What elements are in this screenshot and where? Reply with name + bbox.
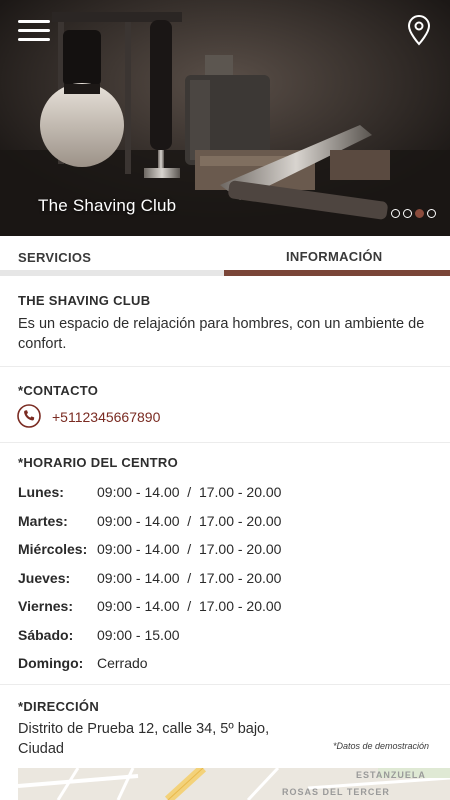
hero-title: The Shaving Club bbox=[38, 196, 177, 215]
schedule-day: Sábado: bbox=[18, 627, 74, 643]
menu-button[interactable] bbox=[18, 18, 50, 42]
schedule-hours: 09:00 - 14.00 / 17.00 - 20.00 bbox=[97, 484, 282, 500]
phone-icon[interactable] bbox=[17, 404, 41, 428]
schedule-day: Miércoles: bbox=[18, 541, 88, 557]
tab-informacion[interactable]: INFORMACIÓN bbox=[224, 236, 450, 276]
tab-servicios-label: SERVICIOS bbox=[18, 250, 92, 265]
schedule-hours: Cerrado bbox=[97, 655, 148, 671]
schedule-row: Viernes: 09:00 - 14.00 / 17.00 - 20.00 bbox=[18, 598, 438, 618]
tab-servicios[interactable]: SERVICIOS bbox=[0, 236, 224, 276]
schedule-day: Domingo: bbox=[18, 655, 84, 671]
schedule-hours: 09:00 - 14.00 / 17.00 - 20.00 bbox=[97, 598, 282, 614]
schedule-title: *HORARIO DEL CENTRO bbox=[18, 455, 179, 470]
schedule-day: Martes: bbox=[18, 513, 68, 529]
tab-informacion-indicator bbox=[224, 270, 450, 276]
location-map[interactable]: ESTANZUELA ROSAS DEL TERCER bbox=[18, 768, 450, 800]
schedule-day: Lunes: bbox=[18, 484, 64, 500]
slide-dot-1[interactable] bbox=[391, 209, 400, 218]
slide-dot-3[interactable] bbox=[415, 209, 424, 218]
map-label: ESTANZUELA bbox=[356, 770, 426, 780]
hamburger-menu-icon bbox=[18, 20, 50, 23]
map-label: ROSAS DEL TERCER bbox=[282, 787, 390, 797]
schedule-row: Lunes: 09:00 - 14.00 / 17.00 - 20.00 bbox=[18, 484, 438, 504]
address-text: Distrito de Prueba 12, calle 34, 5º bajo… bbox=[18, 721, 270, 757]
address-title: *DIRECCIÓN bbox=[18, 699, 100, 714]
contact-title: *CONTACTO bbox=[18, 383, 99, 398]
schedule-row: Domingo: Cerrado bbox=[18, 655, 438, 675]
slide-dot-4[interactable] bbox=[427, 209, 436, 218]
schedule-hours: 09:00 - 14.00 / 17.00 - 20.00 bbox=[97, 541, 282, 557]
business-name: THE SHAVING CLUB bbox=[18, 293, 151, 308]
tab-bar: SERVICIOS INFORMACIÓN bbox=[0, 236, 450, 276]
schedule-day: Jueves: bbox=[18, 570, 71, 586]
schedule-hours: 09:00 - 15.00 bbox=[97, 627, 180, 643]
phone-link[interactable]: +5112345667890 bbox=[52, 409, 160, 425]
tab-servicios-indicator bbox=[0, 270, 224, 276]
schedule-hours: 09:00 - 14.00 / 17.00 - 20.00 bbox=[97, 570, 282, 586]
schedule-hours: 09:00 - 14.00 / 17.00 - 20.00 bbox=[97, 513, 282, 529]
schedule-row: Sábado: 09:00 - 15.00 bbox=[18, 627, 438, 647]
schedule-row: Miércoles: 09:00 - 14.00 / 17.00 - 20.00 bbox=[18, 541, 438, 561]
hero-banner: The Shaving Club bbox=[0, 0, 450, 236]
slider-dots bbox=[391, 209, 436, 218]
schedule-row: Martes: 09:00 - 14.00 / 17.00 - 20.00 bbox=[18, 513, 438, 533]
tab-informacion-label: INFORMACIÓN bbox=[286, 249, 383, 264]
map-pin-icon[interactable] bbox=[404, 14, 434, 46]
business-description: Es un espacio de relajación para hombres… bbox=[18, 316, 425, 352]
demo-data-note: *Datos de demostración bbox=[333, 741, 430, 751]
divider bbox=[0, 684, 450, 685]
schedule-day: Viernes: bbox=[18, 598, 73, 614]
slide-dot-2[interactable] bbox=[403, 209, 412, 218]
divider bbox=[0, 442, 450, 443]
schedule-row: Jueves: 09:00 - 14.00 / 17.00 - 20.00 bbox=[18, 570, 438, 590]
divider bbox=[0, 366, 450, 367]
